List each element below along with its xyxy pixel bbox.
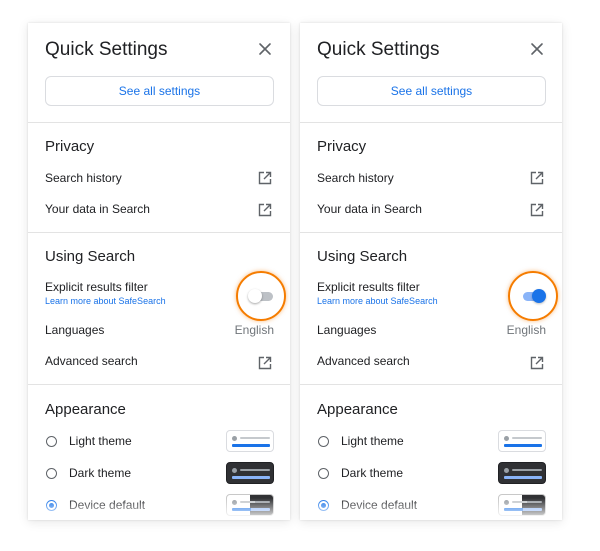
- divider: [28, 232, 290, 233]
- device-default-preview[interactable]: [226, 494, 274, 516]
- languages-value[interactable]: English: [507, 323, 546, 337]
- open-in-new-icon[interactable]: [258, 203, 272, 217]
- divider: [300, 122, 562, 123]
- open-in-new-icon[interactable]: [530, 356, 544, 370]
- radio-dark-theme[interactable]: [46, 468, 57, 479]
- radio-device-default[interactable]: [46, 500, 57, 511]
- quick-settings-panel-off: Quick Settings See all settings Privacy …: [28, 23, 290, 520]
- divider: [300, 232, 562, 233]
- explicit-filter-label: Explicit results filter: [317, 280, 420, 294]
- light-theme-label[interactable]: Light theme: [341, 434, 404, 448]
- light-theme-label[interactable]: Light theme: [69, 434, 132, 448]
- radio-light-theme[interactable]: [318, 436, 329, 447]
- using-search-heading: Using Search: [45, 248, 136, 265]
- explicit-filter-label: Explicit results filter: [45, 280, 148, 294]
- your-data-link[interactable]: Your data in Search: [45, 202, 150, 216]
- device-default-label[interactable]: Device default: [69, 498, 145, 512]
- divider: [28, 122, 290, 123]
- toggle-knob: [248, 289, 262, 303]
- open-in-new-icon[interactable]: [258, 171, 272, 185]
- radio-device-default[interactable]: [318, 500, 329, 511]
- see-all-settings-button[interactable]: See all settings: [317, 76, 546, 106]
- dark-theme-label[interactable]: Dark theme: [341, 466, 403, 480]
- dark-theme-preview[interactable]: [498, 462, 546, 484]
- light-theme-preview[interactable]: [226, 430, 274, 452]
- advanced-search-link[interactable]: Advanced search: [317, 354, 410, 368]
- explicit-filter-toggle[interactable]: [248, 289, 274, 303]
- panel-title: Quick Settings: [317, 39, 440, 60]
- see-all-settings-button[interactable]: See all settings: [45, 76, 274, 106]
- light-theme-preview[interactable]: [498, 430, 546, 452]
- dark-theme-label[interactable]: Dark theme: [69, 466, 131, 480]
- toggle-knob: [532, 289, 546, 303]
- your-data-link[interactable]: Your data in Search: [317, 202, 422, 216]
- open-in-new-icon[interactable]: [530, 171, 544, 185]
- languages-label[interactable]: Languages: [317, 323, 376, 337]
- languages-value[interactable]: English: [235, 323, 274, 337]
- divider: [300, 384, 562, 385]
- open-in-new-icon[interactable]: [530, 203, 544, 217]
- privacy-heading: Privacy: [317, 138, 367, 155]
- device-default-preview[interactable]: [498, 494, 546, 516]
- languages-label[interactable]: Languages: [45, 323, 104, 337]
- panel-title: Quick Settings: [45, 39, 168, 60]
- appearance-heading: Appearance: [317, 401, 398, 418]
- dark-theme-preview[interactable]: [226, 462, 274, 484]
- explicit-filter-toggle[interactable]: [520, 289, 546, 303]
- using-search-heading: Using Search: [317, 248, 408, 265]
- close-icon[interactable]: [530, 42, 544, 56]
- divider: [28, 384, 290, 385]
- open-in-new-icon[interactable]: [258, 356, 272, 370]
- radio-light-theme[interactable]: [46, 436, 57, 447]
- safesearch-learn-more-link[interactable]: Learn more about SafeSearch: [317, 296, 438, 306]
- safesearch-learn-more-link[interactable]: Learn more about SafeSearch: [45, 296, 166, 306]
- device-default-label[interactable]: Device default: [341, 498, 417, 512]
- search-history-link[interactable]: Search history: [45, 171, 122, 185]
- radio-dark-theme[interactable]: [318, 468, 329, 479]
- search-history-link[interactable]: Search history: [317, 171, 394, 185]
- appearance-heading: Appearance: [45, 401, 126, 418]
- close-icon[interactable]: [258, 42, 272, 56]
- privacy-heading: Privacy: [45, 138, 95, 155]
- advanced-search-link[interactable]: Advanced search: [45, 354, 138, 368]
- quick-settings-panel-on: Quick Settings See all settings Privacy …: [300, 23, 562, 520]
